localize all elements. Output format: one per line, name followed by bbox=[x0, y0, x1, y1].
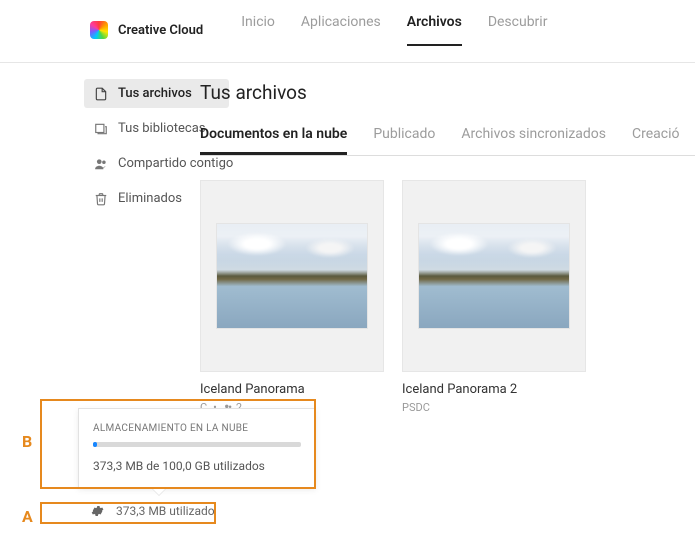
callout-label-a: A bbox=[22, 507, 33, 526]
callout-label-b: B bbox=[22, 432, 32, 451]
trash-icon bbox=[94, 192, 108, 206]
sidebar-item-label: Eliminados bbox=[118, 191, 182, 206]
page-title: Tus archivos bbox=[200, 81, 695, 104]
tab-documentos-nube[interactable]: Documentos en la nube bbox=[200, 126, 347, 155]
tabs: Documentos en la nube Publicado Archivos… bbox=[200, 126, 695, 156]
storage-footer: 373,3 MB utilizado bbox=[90, 504, 215, 518]
nav-links: Inicio Aplicaciones Archivos Descubrir bbox=[241, 14, 547, 46]
main: Tus archivos Tus bibliotecas Compartido … bbox=[0, 63, 695, 414]
storage-tooltip-text: 373,3 MB de 100,0 GB utilizados bbox=[93, 459, 301, 473]
storage-tooltip-title: ALMACENAMIENTO EN LA NUBE bbox=[93, 423, 301, 434]
sidebar-item-label: Tus archivos bbox=[118, 86, 192, 101]
tab-creacion[interactable]: Creació bbox=[632, 126, 679, 155]
top-nav: Creative Cloud Inicio Aplicaciones Archi… bbox=[0, 0, 695, 63]
file-name: Iceland Panorama bbox=[200, 382, 384, 397]
storage-progress-track bbox=[93, 442, 301, 447]
nav-archivos[interactable]: Archivos bbox=[407, 14, 462, 46]
file-icon bbox=[94, 87, 108, 101]
content: Tus archivos Documentos en la nube Publi… bbox=[200, 63, 695, 414]
file-meta: PSDC bbox=[402, 401, 586, 414]
nav-aplicaciones[interactable]: Aplicaciones bbox=[301, 14, 381, 46]
file-card[interactable]: Iceland Panorama C • 2 bbox=[200, 180, 384, 414]
gear-icon[interactable] bbox=[90, 504, 104, 518]
storage-footer-text: 373,3 MB utilizado bbox=[116, 504, 215, 518]
sidebar: Tus archivos Tus bibliotecas Compartido … bbox=[0, 63, 200, 414]
file-type: PSDC bbox=[402, 401, 430, 414]
library-icon bbox=[94, 122, 108, 136]
sidebar-item-label: Tus bibliotecas bbox=[118, 121, 205, 136]
file-thumbnail bbox=[402, 180, 586, 372]
file-card[interactable]: Iceland Panorama 2 PSDC bbox=[402, 180, 586, 414]
nav-descubrir[interactable]: Descubrir bbox=[488, 14, 548, 46]
brand-label: Creative Cloud bbox=[118, 23, 203, 38]
tab-publicado[interactable]: Publicado bbox=[373, 126, 435, 155]
file-thumbnail bbox=[200, 180, 384, 372]
storage-progress-fill bbox=[93, 442, 97, 447]
file-name: Iceland Panorama 2 bbox=[402, 382, 586, 397]
landscape-image-icon bbox=[217, 224, 367, 328]
brand: Creative Cloud bbox=[90, 21, 203, 39]
landscape-image-icon bbox=[419, 224, 569, 328]
file-grid: Iceland Panorama C • 2 Iceland Panorama … bbox=[200, 180, 695, 414]
creative-cloud-logo-icon bbox=[90, 21, 108, 39]
nav-inicio[interactable]: Inicio bbox=[241, 14, 275, 46]
tab-archivos-sincronizados[interactable]: Archivos sincronizados bbox=[461, 126, 606, 155]
people-icon bbox=[94, 157, 108, 171]
storage-tooltip: ALMACENAMIENTO EN LA NUBE 373,3 MB de 10… bbox=[78, 408, 316, 488]
